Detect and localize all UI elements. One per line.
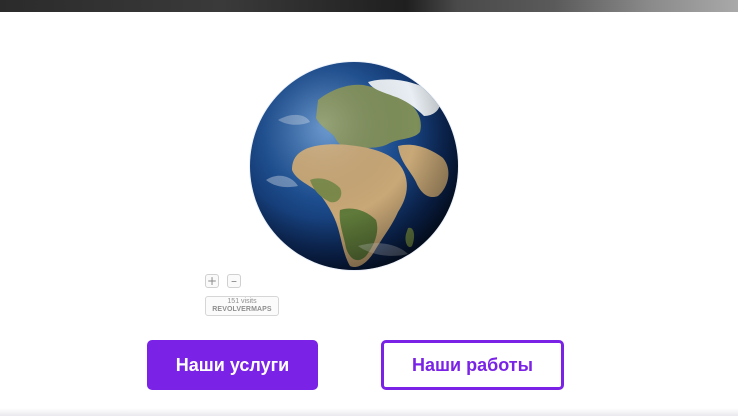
- revolvermaps-brand: REVOLVERMAPS: [212, 306, 272, 313]
- services-button[interactable]: Наши услуги: [147, 340, 318, 390]
- visits-counter[interactable]: 151 visits REVOLVERMAPS: [205, 296, 279, 316]
- works-button[interactable]: Наши работы: [381, 340, 564, 390]
- zoom-out-button[interactable]: –: [227, 274, 241, 288]
- bottom-divider: [0, 408, 738, 416]
- visits-count: 151 visits: [227, 298, 257, 305]
- header-photo-strip: [0, 0, 738, 12]
- revolvermap-globe[interactable]: [248, 60, 460, 272]
- zoom-in-button[interactable]: +: [205, 274, 219, 288]
